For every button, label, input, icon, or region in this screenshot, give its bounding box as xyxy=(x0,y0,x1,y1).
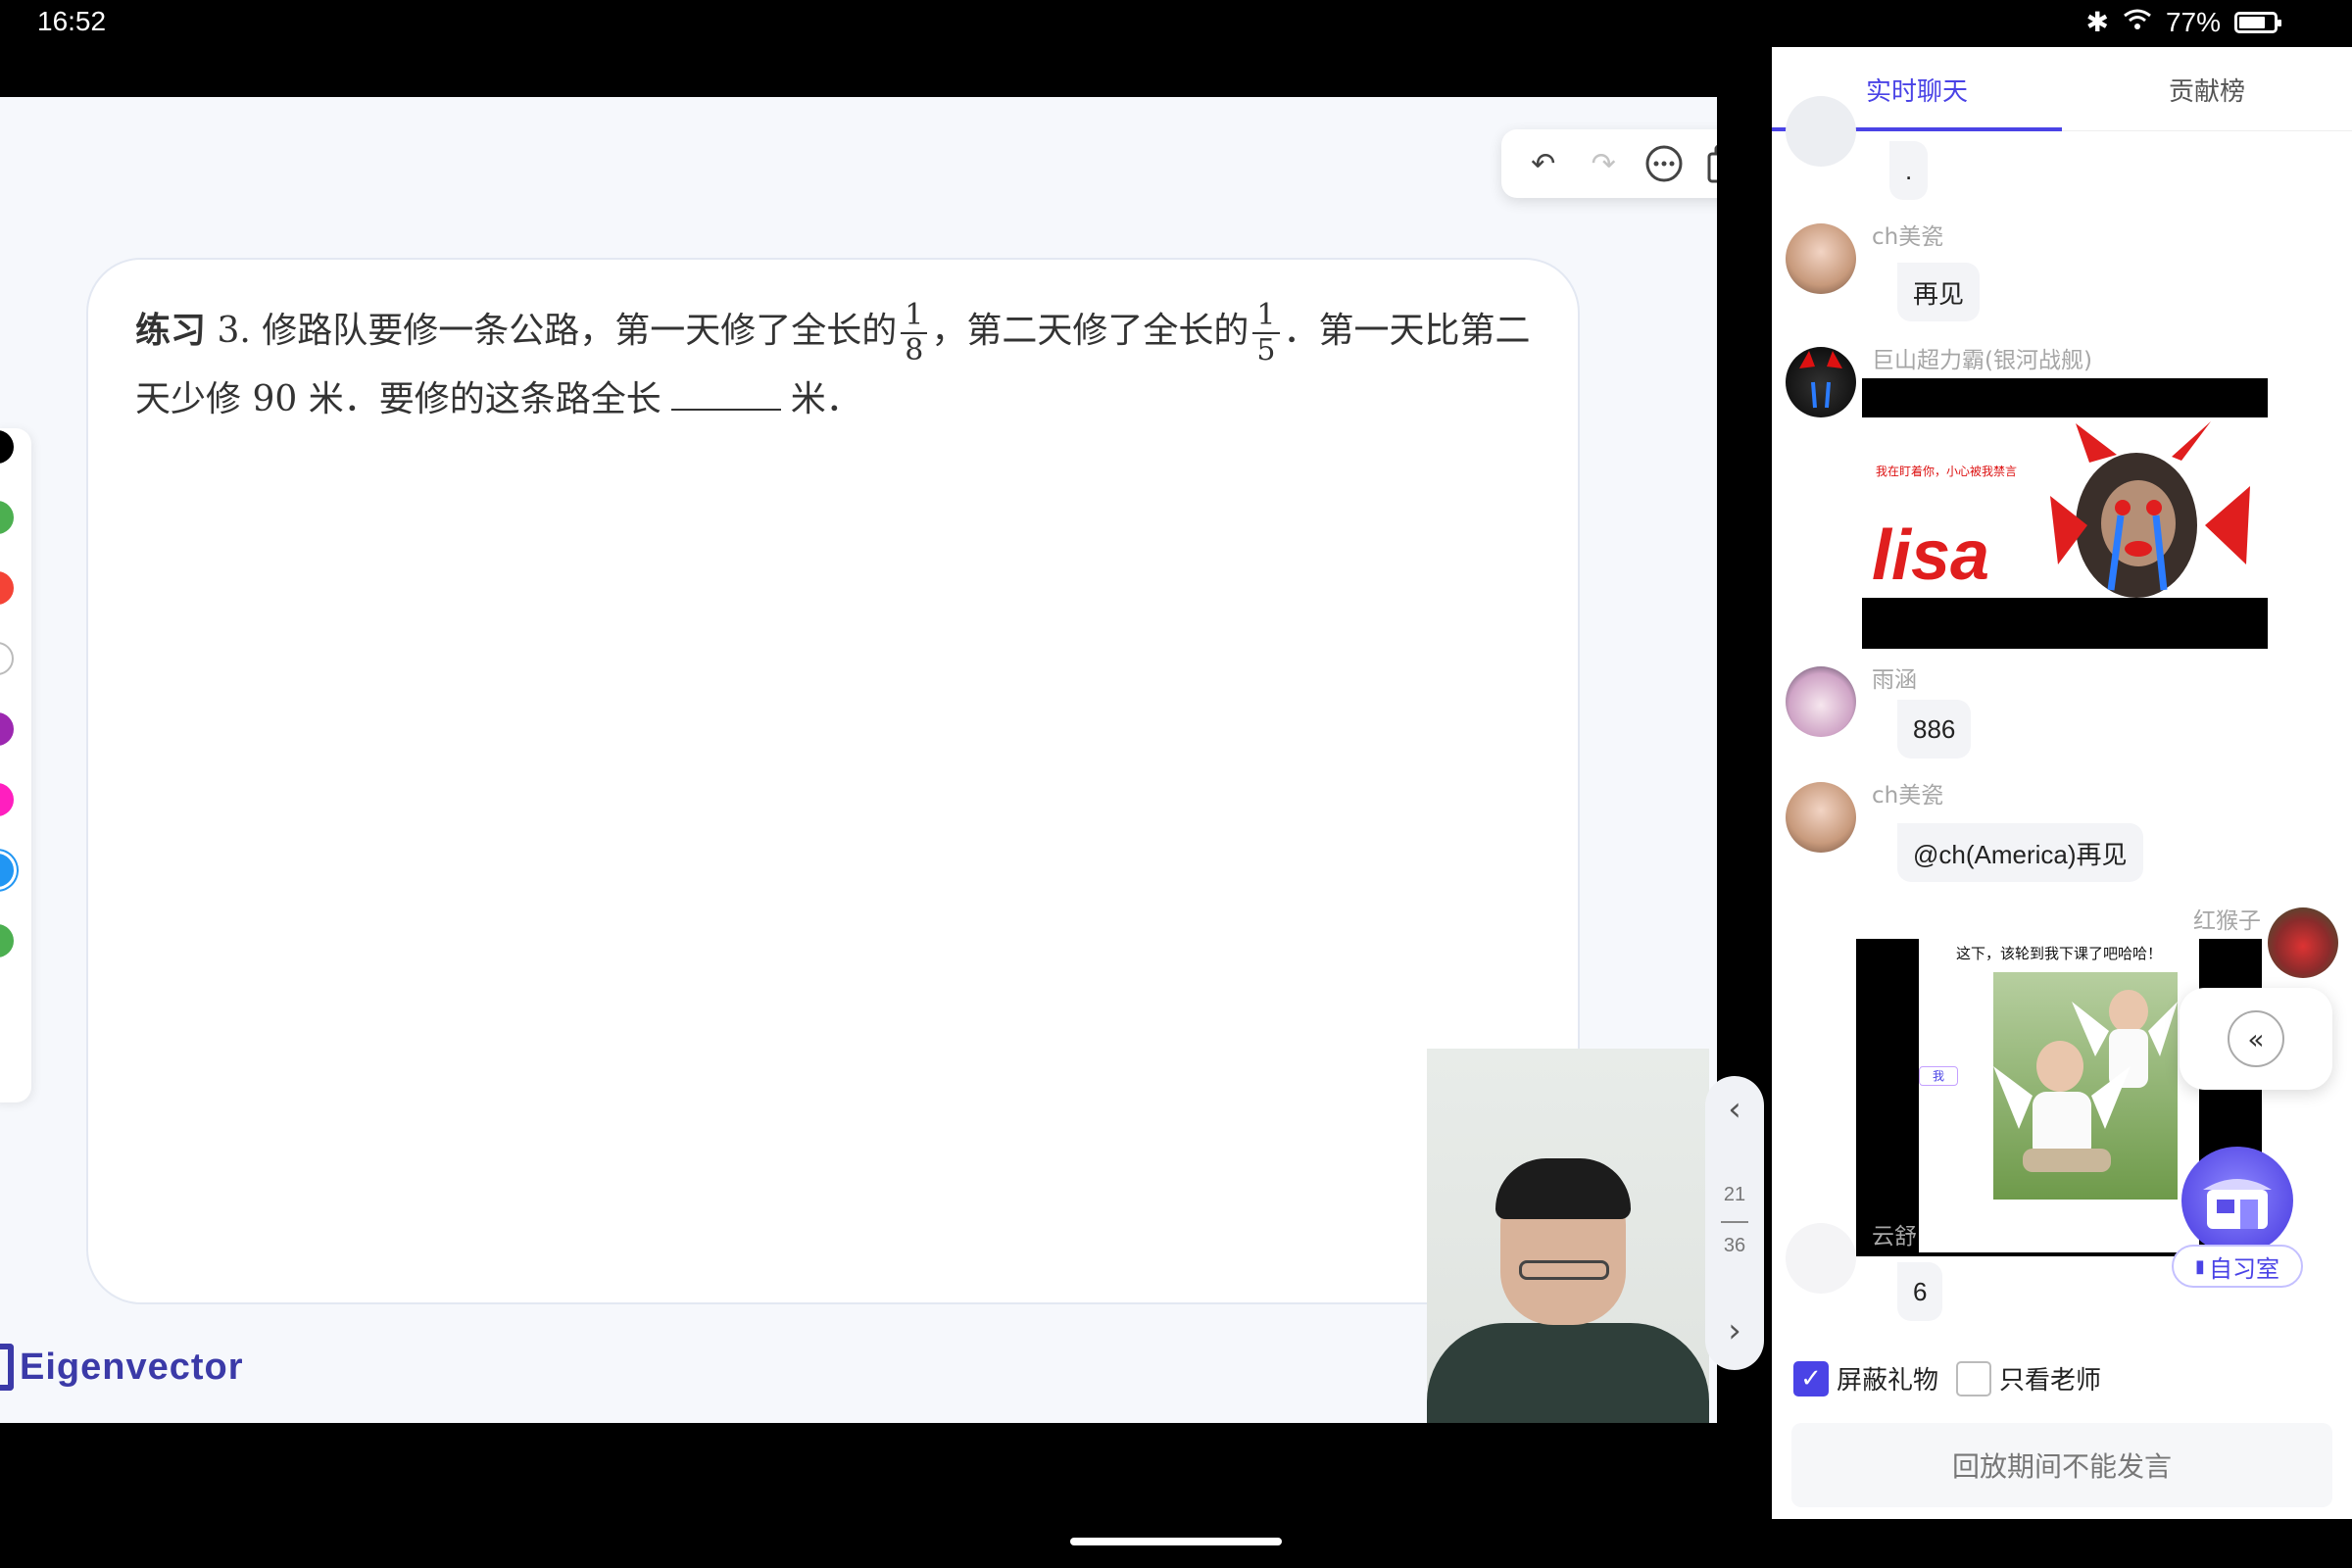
study-room-button[interactable]: ▮ 自习室 xyxy=(2172,1147,2305,1290)
sender-name: 雨涵 xyxy=(1872,667,1917,693)
checkbox-unchecked-icon[interactable] xyxy=(1956,1360,1991,1396)
battery-icon xyxy=(2234,11,2281,33)
fraction-denominator: 8 xyxy=(905,333,924,368)
children-photo xyxy=(1993,972,2178,1200)
wifi-icon xyxy=(2123,7,2152,38)
color-swatch[interactable] xyxy=(0,430,14,464)
sender-name: 云舒 xyxy=(1872,1224,1917,1250)
color-swatch[interactable] xyxy=(0,854,14,887)
prev-page-icon[interactable]: ‹ xyxy=(1705,1090,1764,1129)
chat-input[interactable]: 回放期间不能发言 xyxy=(1791,1423,2332,1507)
status-bar: 16:52 ✱ 77% xyxy=(0,0,2352,47)
answer-blank xyxy=(670,373,781,411)
image-tag: 我 xyxy=(1919,1066,1958,1086)
question-part1: 修路队要修一条公路，第一天修了全长的 xyxy=(262,311,898,351)
tab-contribution[interactable]: 贡献榜 xyxy=(2062,47,2352,131)
chat-bubble: @ch(America)再见 xyxy=(1897,823,2143,882)
fraction-one-eighth: 18 xyxy=(901,299,928,368)
image-caption: 这下，该轮到我下课了吧哈哈！ xyxy=(1955,945,2162,962)
battery-percent: 77% xyxy=(2165,6,2221,37)
sender-name: 巨山超力霸(银河战舰) xyxy=(1872,348,2092,373)
chat-controls: ✓ 屏蔽礼物 只看老师 回放期间不能发言 xyxy=(1772,1333,2352,1519)
next-page-icon[interactable]: › xyxy=(1705,1311,1764,1350)
home-indicator[interactable] xyxy=(1070,1538,1282,1545)
question-part4: 米． xyxy=(790,379,861,419)
sender-name: ch美瓷 xyxy=(1872,224,1944,250)
sender-name: 红猴子 xyxy=(2193,908,2261,934)
fraction-one-fifth: 15 xyxy=(1252,299,1280,368)
bar-chart-icon: ▮ xyxy=(2195,1255,2205,1277)
collapse-panel-button[interactable]: « xyxy=(2180,988,2332,1090)
double-chevron-left-icon: « xyxy=(2228,1010,2284,1067)
avatar[interactable] xyxy=(1786,223,1856,294)
status-icons: ✱ 77% xyxy=(2085,6,2281,38)
teacher-glasses xyxy=(1519,1260,1609,1280)
shop-icon xyxy=(2181,1147,2293,1254)
checkbox-checked-icon[interactable]: ✓ xyxy=(1793,1360,1829,1396)
image-word: lisa xyxy=(1872,516,1990,595)
color-swatch[interactable] xyxy=(0,783,14,816)
chat-panel: 实时聊天 贡献榜 . ch美瓷 再见 巨山超力霸(银河战舰) 我在盯着你，小心被… xyxy=(1772,47,2352,1519)
color-swatch[interactable] xyxy=(0,571,14,605)
copy-icon[interactable] xyxy=(1700,140,1717,187)
chat-image[interactable]: 我在盯着你，小心被我禁言 lisa xyxy=(1862,378,2268,649)
image-caption: 我在盯着你，小心被我禁言 xyxy=(1876,465,2018,478)
avatar[interactable] xyxy=(1786,347,1856,417)
question-number: 3. xyxy=(217,311,251,351)
eigenvector-logo: Eigenvector xyxy=(0,1344,244,1391)
teacher-video xyxy=(1427,1049,1709,1423)
bluetooth-icon: ✱ xyxy=(2085,7,2109,37)
devil-face-icon xyxy=(2050,421,2250,598)
status-time: 16:52 xyxy=(37,6,107,36)
image-screen: 我在盯着你，小心被我禁言 lisa xyxy=(1862,417,2268,598)
question-part2: ，第二天修了全长的 xyxy=(931,311,1250,351)
chat-bubble: 6 xyxy=(1897,1262,1943,1321)
redo-icon[interactable]: ↷ xyxy=(1580,140,1627,187)
fraction-denominator: 5 xyxy=(1256,333,1276,368)
chat-bubble: 再见 xyxy=(1897,263,1981,321)
page-navigator: ‹ 21 36 › xyxy=(1705,1076,1764,1370)
color-swatch[interactable] xyxy=(0,642,14,675)
page-divider xyxy=(1721,1221,1748,1223)
color-palette xyxy=(0,428,31,1102)
avatar[interactable] xyxy=(2268,907,2338,978)
logo-mark xyxy=(0,1344,14,1391)
fraction-numerator: 1 xyxy=(901,299,928,334)
total-pages: 36 xyxy=(1723,1235,1746,1256)
checkbox-label: 屏蔽礼物 xyxy=(1837,1366,1939,1396)
more-icon[interactable] xyxy=(1641,140,1688,187)
board-toolbar: ↶ ↷ xyxy=(1501,129,1717,198)
chat-bubble: 886 xyxy=(1897,700,1972,759)
sender-name: ch美瓷 xyxy=(1872,783,1944,808)
avatar[interactable] xyxy=(1786,666,1856,737)
color-swatch[interactable] xyxy=(0,712,14,746)
undo-icon[interactable]: ↶ xyxy=(1520,140,1567,187)
teacher-body xyxy=(1427,1323,1709,1423)
current-page: 21 xyxy=(1723,1184,1746,1205)
study-room-label: ▮ 自习室 xyxy=(2172,1245,2303,1288)
color-swatch[interactable] xyxy=(0,501,14,534)
chat-bubble: . xyxy=(1889,141,1929,200)
avatar[interactable] xyxy=(1786,96,1856,167)
teacher-only-checkbox[interactable]: 只看老师 xyxy=(1956,1360,2101,1396)
question-text: 练习 3. 修路队要修一条公路，第一天修了全长的 1 8 ，第二天修了全长的 1 5 ．第一… xyxy=(135,299,1537,432)
slide-card: 练习 3. 修路队要修一条公路，第一天修了全长的 1 8 ，第二天修了全长的 1 5 ．第一… xyxy=(86,258,1580,1304)
avatar[interactable] xyxy=(1786,1223,1856,1294)
question-label: 练习 xyxy=(135,311,207,351)
logo-text: Eigenvector xyxy=(20,1346,244,1388)
checkbox-label: 只看老师 xyxy=(1999,1366,2102,1396)
color-swatch[interactable] xyxy=(0,924,14,957)
teacher-hair xyxy=(1495,1158,1631,1219)
avatar[interactable] xyxy=(1786,782,1856,853)
image-screen: 这下，该轮到我下课了吧哈哈！ 我 xyxy=(1919,939,2199,1252)
study-room-text: 自习室 xyxy=(2208,1254,2279,1283)
fraction-numerator: 1 xyxy=(1252,299,1280,334)
chat-tabs: 实时聊天 贡献榜 xyxy=(1772,47,2352,131)
block-gifts-checkbox[interactable]: ✓ 屏蔽礼物 xyxy=(1793,1360,1938,1396)
